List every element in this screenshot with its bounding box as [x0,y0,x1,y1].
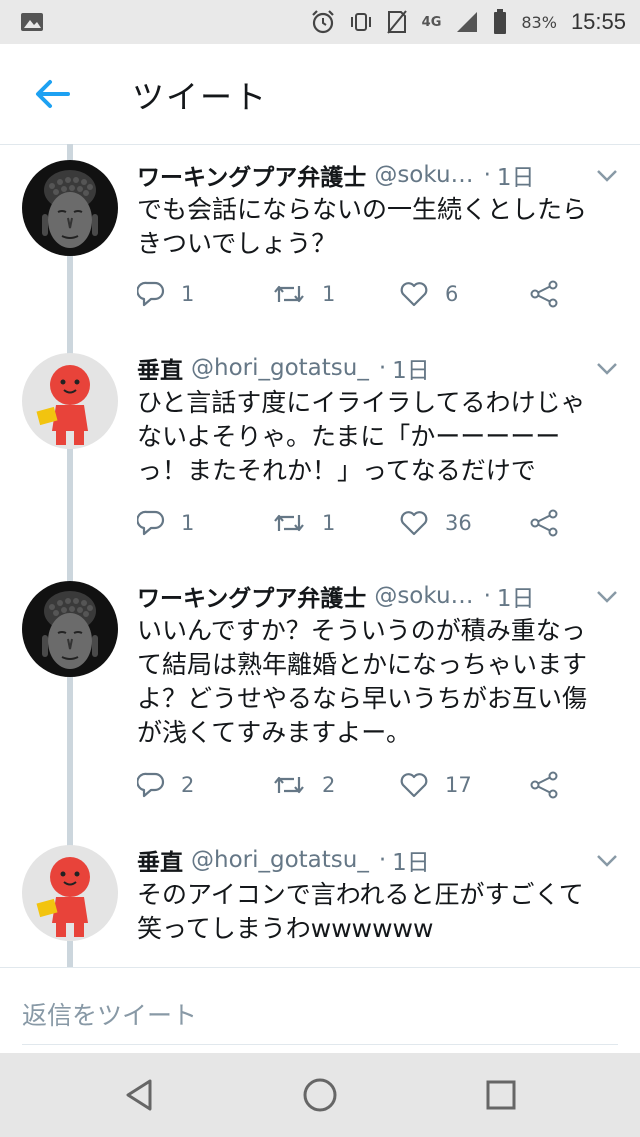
chevron-down-icon[interactable] [596,361,618,377]
avatar[interactable] [22,581,118,677]
tweet-header: 垂直 @hori_gotatsu_ · 1日 [137,843,620,877]
tweet-actions: 1 1 6 [137,277,617,311]
gallery-notification-icon [21,13,43,31]
buddha-avatar-image [22,160,118,256]
tweet[interactable]: ワーキングプア弁護士 @soku… · 1日 でも会話にならないの一生続くとした… [0,144,640,354]
tweet-actions: 2 2 17 [137,768,617,802]
retweet-button[interactable]: 1 [272,277,335,311]
battery-percent: 83% [521,12,557,32]
reply-icon [137,510,165,536]
display-name[interactable]: 垂直 [137,351,183,385]
separator-dot: · [483,583,491,609]
display-name[interactable]: ワーキングプア弁護士 [137,579,366,613]
timestamp[interactable]: 1日 [392,843,430,877]
avatar[interactable] [22,353,118,449]
retweet-count: 1 [322,511,336,535]
retweet-button[interactable]: 2 [272,768,335,802]
share-button[interactable] [529,277,559,311]
tweet-text: いいんですか？そういうのが積み重なっ て結局は熟年離婚とかになっちゃいます よ？… [137,616,588,747]
heart-icon [400,511,428,536]
battery-icon [494,9,507,34]
retweet-icon [274,776,304,794]
separator-dot: · [378,355,387,381]
retweet-count: 2 [322,773,336,797]
timestamp[interactable]: 1日 [497,579,535,613]
vibrate-icon [350,13,371,31]
like-count: 36 [445,511,472,535]
user-handle[interactable]: @soku… [374,583,473,609]
retweet-count: 1 [322,282,336,306]
page-title: ツイート [132,78,269,116]
avatar[interactable] [22,845,118,941]
reply-count: 2 [181,773,195,797]
reply-count: 1 [181,282,195,306]
like-count: 17 [445,773,472,797]
clock: 15:55 [570,9,626,34]
share-button[interactable] [529,768,559,802]
share-icon [530,509,558,537]
reply-count: 1 [181,511,195,535]
chevron-down-icon[interactable] [596,589,618,605]
user-handle[interactable]: @soku… [374,162,473,188]
retweet-button[interactable]: 1 [272,506,335,540]
display-name[interactable]: 垂直 [137,843,183,877]
red-character-avatar-image [22,353,118,449]
retweet-icon [274,285,304,303]
like-button[interactable]: 17 [399,768,472,802]
home-circle-icon[interactable] [300,1075,340,1115]
chevron-down-icon[interactable] [596,168,618,184]
reply-button[interactable]: 2 [137,768,194,802]
tweet-text: そのアイコンで言われると圧がすごくて 笑ってしまうわwwwwww [137,880,584,943]
reply-icon [137,772,165,798]
no-sim-icon [386,10,407,34]
tweet-header: ワーキングプア弁護士 @soku… · 1日 [137,579,620,613]
timestamp[interactable]: 1日 [497,158,535,192]
retweet-icon [274,514,304,532]
user-handle[interactable]: @hori_gotatsu_ [191,355,369,381]
tweet-actions: 1 1 36 [137,506,617,540]
share-icon [530,280,558,308]
timestamp[interactable]: 1日 [392,351,430,385]
separator-dot: · [378,847,387,873]
separator-dot: · [483,162,491,188]
tweet[interactable]: 垂直 @hori_gotatsu_ · 1日 ひと言話す度にイライラしてるわけじ… [0,337,640,567]
signal-icon [457,12,478,32]
like-button[interactable]: 36 [399,506,472,540]
like-button[interactable]: 6 [399,277,458,311]
alarm-icon [311,10,334,34]
network-type: 4G [421,14,442,30]
like-count: 6 [445,282,459,306]
share-button[interactable] [529,506,559,540]
user-handle[interactable]: @hori_gotatsu_ [191,847,369,873]
arrow-left-icon [36,80,70,108]
heart-icon [400,282,428,307]
back-button[interactable] [30,74,74,114]
app-header: ツイート [0,44,640,145]
tweet-text: ひと言話す度にイライラしてるわけじゃ ないよそりゃ。たまに「かーーーーー っ！ま… [137,388,586,485]
reply-bar [0,967,640,1054]
heart-icon [400,773,428,798]
avatar[interactable] [22,160,118,256]
status-indicators: 4G 83% 15:55 [310,0,626,44]
chevron-down-icon[interactable] [596,853,618,869]
system-nav-bar [0,1053,640,1137]
tweet-text: でも会話にならないの一生続くとしたら きついでしょう？ [137,195,588,258]
status-bar: 4G 83% 15:55 [0,0,640,44]
share-icon [530,771,558,799]
tweet[interactable]: 垂直 @hori_gotatsu_ · 1日 そのアイコンで言われると圧がすごく… [0,829,640,967]
recents-square-icon[interactable] [481,1075,521,1115]
red-character-avatar-image [22,845,118,941]
reply-button[interactable]: 1 [137,277,194,311]
tweet-header: ワーキングプア弁護士 @soku… · 1日 [137,158,620,192]
reply-input[interactable] [22,986,618,1045]
tweet-header: 垂直 @hori_gotatsu_ · 1日 [137,351,620,385]
tweet[interactable]: ワーキングプア弁護士 @soku… · 1日 いいんですか？そういうのが積み重な… [0,565,640,835]
back-triangle-icon[interactable] [120,1075,160,1115]
display-name[interactable]: ワーキングプア弁護士 [137,158,366,192]
buddha-avatar-image [22,581,118,677]
reply-icon [137,281,165,307]
reply-button[interactable]: 1 [137,506,194,540]
